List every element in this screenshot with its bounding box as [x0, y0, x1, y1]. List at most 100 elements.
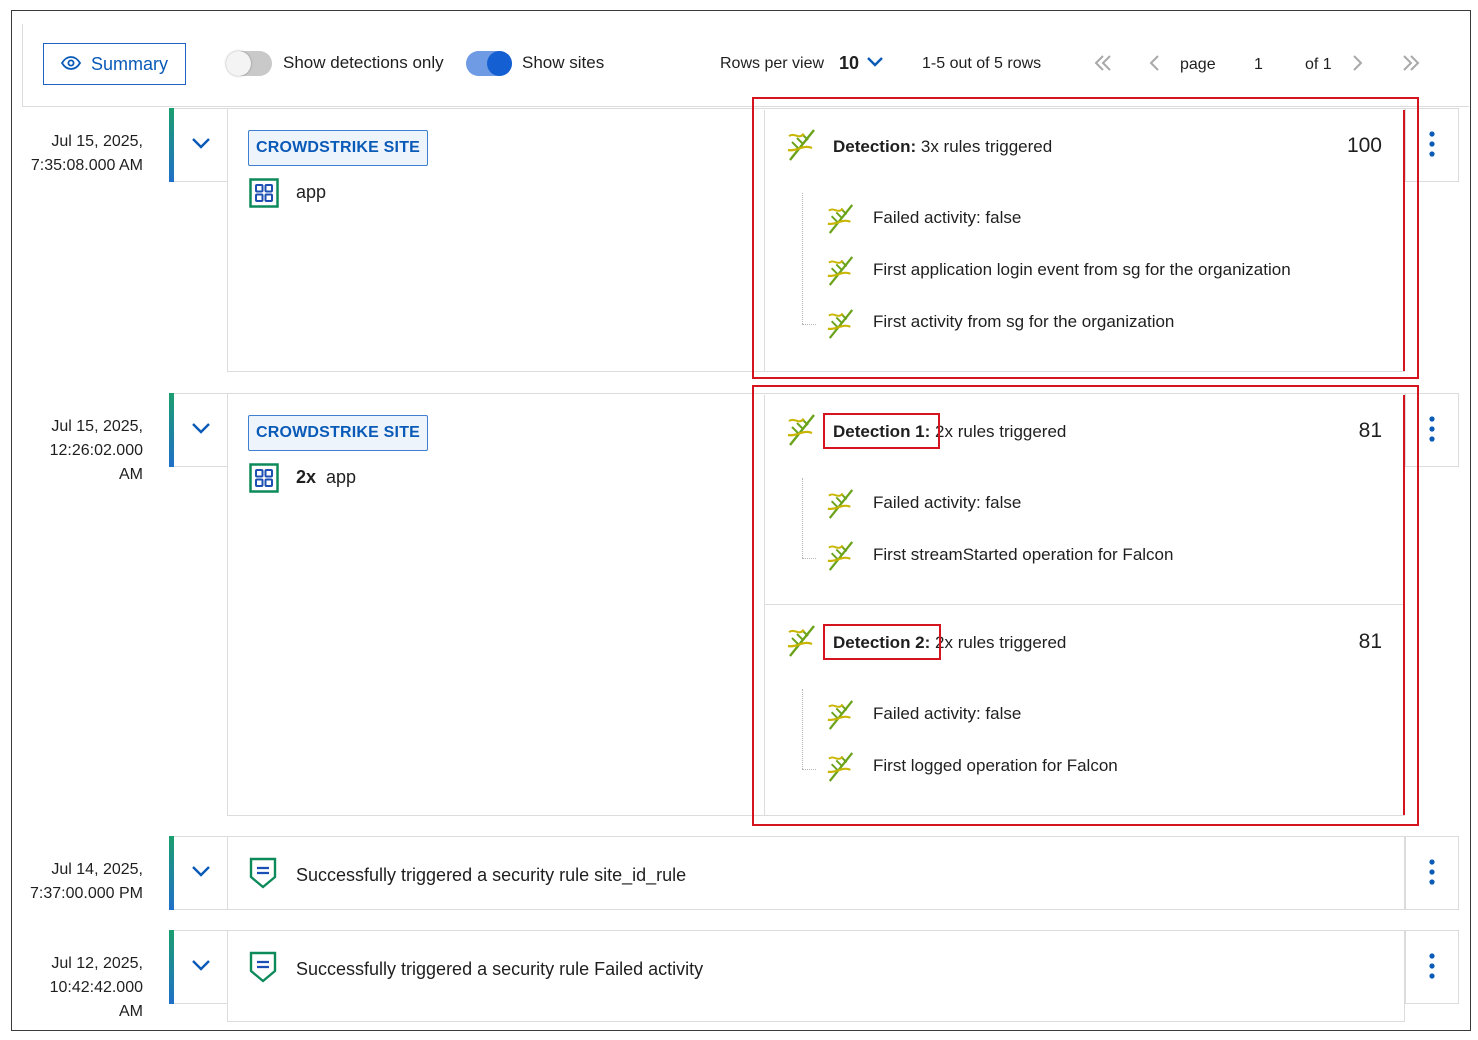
dna-icon [826, 488, 856, 525]
first-page-icon[interactable] [1092, 52, 1114, 79]
dna-icon [826, 308, 856, 345]
time-suffix: AM [119, 1003, 143, 1020]
last-page-icon[interactable] [1400, 52, 1422, 79]
detection-summary: 2x rules triggered [935, 633, 1067, 652]
event-text: Successfully triggered a security rule F… [296, 959, 704, 979]
app-grid-icon [249, 178, 279, 213]
summary-button[interactable]: Summary [43, 43, 186, 85]
more-vertical-icon [1429, 859, 1435, 885]
highlight-line [1403, 395, 1405, 815]
rows-per-view-label: Rows per view [720, 55, 825, 72]
time-line: 7:37:00.000 PM [30, 885, 143, 902]
eye-icon [60, 54, 82, 75]
detection-header: Detection: 3x rules triggered [833, 137, 1052, 157]
detection-panel [764, 395, 1404, 815]
rows-per-view-select[interactable]: 10 [839, 53, 859, 74]
show-detections-toggle[interactable] [226, 51, 272, 76]
app-name: 2x app [296, 467, 356, 488]
detection-header: Detection 2: 2x rules triggered [833, 633, 1066, 653]
rule-tree-branch [802, 769, 816, 770]
show-sites-toggle[interactable] [466, 51, 512, 76]
detection-label: Detection 1: [833, 422, 931, 441]
row-menu-button[interactable] [1405, 393, 1459, 467]
site-badge: CROWDSTRIKE SITE [248, 415, 428, 451]
dna-icon [826, 255, 856, 292]
show-detections-label: Show detections only [283, 53, 444, 72]
more-vertical-icon [1429, 416, 1435, 442]
page-label: page [1180, 56, 1216, 73]
row-menu-button[interactable] [1405, 836, 1459, 910]
rule-tree [802, 193, 803, 324]
rule-item: Failed activity: false [873, 493, 1022, 512]
shield-icon [249, 857, 277, 894]
rule-item: Failed activity: false [873, 704, 1022, 723]
site-badge: CROWDSTRIKE SITE [248, 130, 428, 166]
more-vertical-icon [1429, 131, 1435, 157]
chevron-down-icon[interactable] [866, 55, 884, 74]
row-date: Jul 15, 2025, 12:26:02.000 AM [14, 415, 143, 487]
detection-divider [764, 604, 1404, 605]
date-line: Jul 15, 2025, [51, 133, 143, 150]
time-line: 7:35:08.000 AM [30, 157, 143, 174]
rule-tree-branch [802, 324, 816, 325]
toggle-knob [487, 51, 512, 76]
highlight-line [1403, 110, 1405, 371]
dna-icon [786, 413, 818, 452]
chevron-down-icon [191, 960, 210, 971]
shield-icon [249, 951, 277, 988]
time-line: 12:26:02.000 [49, 442, 143, 459]
dna-icon [826, 540, 856, 577]
chevron-down-icon [191, 423, 210, 434]
dna-icon [786, 624, 818, 663]
detection-header: Detection 1: 2x rules triggered [833, 422, 1066, 442]
rule-item: Failed activity: false [873, 208, 1022, 227]
time-line: 10:42:42.000 [49, 979, 143, 996]
show-sites-label: Show sites [522, 53, 605, 72]
app-grid-icon [249, 463, 279, 498]
detection-score: 81 [1358, 630, 1382, 653]
event-text: Successfully triggered a security rule s… [296, 865, 687, 885]
detection-score: 81 [1358, 419, 1382, 442]
app-label: app [326, 467, 357, 487]
dna-icon [826, 751, 856, 788]
dna-icon [786, 128, 818, 167]
expand-row-button[interactable] [174, 108, 227, 182]
dna-icon [826, 203, 856, 240]
rule-tree [802, 689, 803, 769]
rule-tree-branch [802, 558, 816, 559]
rule-item: First streamStarted operation for Falcon [873, 545, 1174, 564]
expand-row-button[interactable] [174, 393, 227, 467]
date-line: Jul 14, 2025, [51, 861, 143, 878]
row-range-text: 1-5 out of 5 rows [922, 55, 1042, 72]
page-number-input[interactable]: 1 [1254, 56, 1263, 74]
expand-row-button[interactable] [174, 836, 227, 910]
rule-item: First logged operation for Falcon [873, 756, 1118, 775]
chevron-down-icon [191, 138, 210, 149]
rule-item: First application login event from sg fo… [873, 260, 1291, 279]
rule-tree [802, 478, 803, 558]
row-menu-button[interactable] [1405, 108, 1459, 182]
toggle-knob [226, 51, 251, 76]
row-date: Jul 12, 2025, 10:42:42.000 AM [14, 952, 143, 1024]
detection-label: Detection: [833, 137, 917, 156]
date-line: Jul 12, 2025, [51, 955, 143, 972]
toolbar-divider [22, 106, 1469, 107]
expand-row-button[interactable] [174, 930, 227, 1004]
chevron-down-icon [191, 866, 210, 877]
detection-score: 100 [1346, 134, 1382, 157]
next-page-icon[interactable] [1350, 52, 1366, 79]
app-name: app [296, 182, 327, 202]
more-vertical-icon [1429, 953, 1435, 979]
date-line: Jul 15, 2025, [51, 418, 143, 435]
row-menu-button[interactable] [1405, 930, 1459, 1004]
row-date: Jul 15, 2025, 7:35:08.000 AM [14, 130, 143, 178]
detection-label: Detection 2: [833, 633, 931, 652]
app-count: 2x [296, 467, 317, 487]
detection-summary: 3x rules triggered [920, 137, 1053, 156]
prev-page-icon[interactable] [1146, 52, 1162, 79]
detection-summary: 2x rules triggered [935, 422, 1067, 441]
summary-button-label: Summary [90, 53, 168, 74]
time-suffix: AM [119, 466, 143, 483]
dna-icon [826, 699, 856, 736]
row-date: Jul 14, 2025, 7:37:00.000 PM [14, 858, 143, 906]
